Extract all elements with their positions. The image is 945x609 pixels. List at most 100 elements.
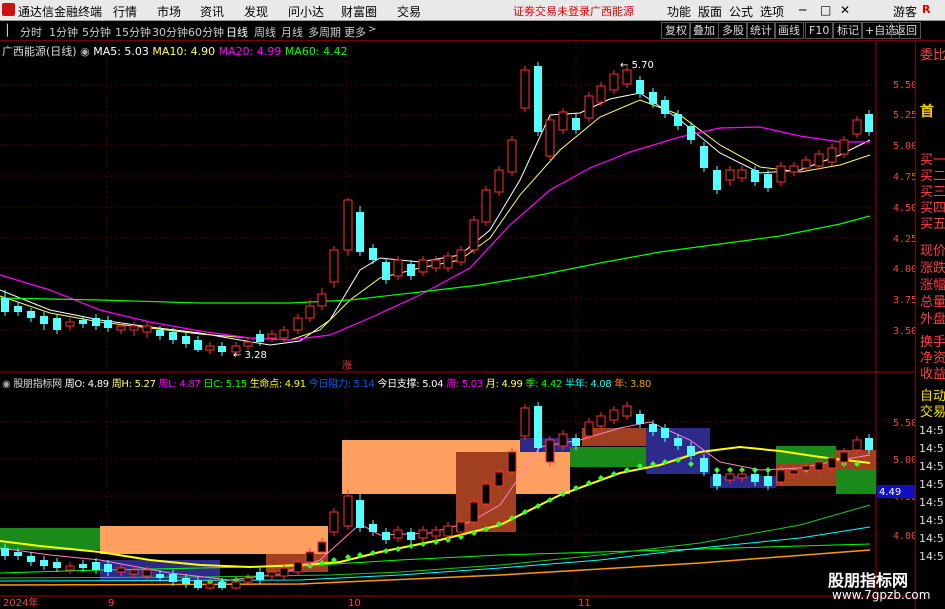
toolbar-back-button[interactable]: 返回 — [891, 22, 921, 39]
settings-icon[interactable]: ◉ — [80, 45, 90, 58]
menu-item-options[interactable]: 选项 — [760, 3, 784, 20]
login-warning[interactable]: 证劵交易未登录 — [513, 3, 590, 19]
sub-candle-body — [572, 438, 580, 446]
main-candle-body — [92, 318, 100, 326]
menu-item-ask[interactable]: 问小达 — [288, 3, 324, 20]
sub-settings-icon[interactable]: ◉ — [2, 379, 11, 390]
toolbar-f10-button[interactable]: F10 — [805, 22, 834, 39]
sub-candle-body — [776, 469, 786, 483]
main-candle-body — [243, 341, 253, 347]
main-candle-body — [393, 259, 403, 277]
sub-field: 半年: 4.08 — [565, 379, 612, 390]
menu-item-news[interactable]: 资讯 — [200, 3, 224, 20]
sub-candle-body — [751, 474, 759, 482]
sub-candle-body — [92, 562, 100, 570]
minimize-icon[interactable]: ─ — [799, 3, 806, 17]
sub-candle-body — [545, 439, 555, 463]
toolbar-draw-button[interactable]: 画线 — [774, 22, 804, 39]
tick-time: 14:5 — [919, 532, 944, 545]
main-candle-body — [520, 69, 530, 109]
main-candle-body — [776, 165, 786, 183]
menu-item-wealth[interactable]: 财富圈 — [341, 3, 377, 20]
diamond-marker — [395, 546, 401, 552]
guest-label[interactable]: 游客 — [893, 3, 917, 20]
auto-trade-label[interactable]: 交易 — [920, 401, 945, 420]
sub-candle-body — [27, 556, 35, 562]
sub-candle-body — [182, 578, 190, 584]
sub-candle-body — [622, 405, 632, 417]
sub-candle-body — [343, 495, 353, 527]
main-candle-body — [14, 306, 22, 312]
sub-candle-body — [713, 474, 721, 486]
period-monthly[interactable]: 月线 — [281, 24, 303, 40]
sub-candle-body — [279, 567, 289, 577]
sub-candle-body — [194, 580, 202, 588]
sub-field: 年: 3.80 — [614, 379, 652, 390]
box-orange-1 — [100, 526, 328, 554]
main-candle-body — [40, 316, 48, 324]
sub-candle-body — [865, 438, 873, 450]
main-candle-body — [205, 345, 215, 351]
sub-candle-body — [814, 461, 824, 471]
sub-candle-body — [725, 473, 735, 481]
y-tick-sub: 5.50 — [893, 418, 917, 429]
sub-candle-body — [456, 521, 466, 533]
main-candle-body — [443, 255, 453, 269]
high-price-label: ← 5.70 — [620, 60, 654, 71]
main-candle-body — [1, 298, 9, 312]
menu-item-market-quotes[interactable]: 行情 — [113, 3, 137, 20]
menu-item-trade[interactable]: 交易 — [397, 3, 421, 20]
kline-chart[interactable]: ← 5.70 ← 3.28 涨 5.50 5.25 5.00 4.75 4.50… — [0, 41, 945, 609]
main-candle-body — [596, 85, 606, 103]
sub-candle-body — [687, 446, 695, 456]
period-weekly[interactable]: 周线 — [254, 24, 276, 40]
period-intraday[interactable]: 分时 — [20, 24, 42, 40]
tick-time: 14:5 — [919, 550, 944, 563]
r-icon[interactable]: R — [922, 3, 930, 16]
menu-item-function[interactable]: 功能 — [667, 3, 691, 20]
ma60-label: MA60: 4.42 — [284, 45, 348, 58]
expand-icon[interactable]: ▏ — [7, 24, 15, 37]
maximize-icon[interactable]: □ — [820, 3, 831, 17]
main-candle-body — [156, 330, 164, 336]
period-multi[interactable]: 多周期 — [308, 24, 341, 40]
sub-chart-header: ◉ 股朋指标网 周O: 4.89 周H: 5.27 周L: 4.87 日C: 5… — [2, 375, 651, 390]
toolbar-multistock-button[interactable]: 多股 — [718, 22, 748, 39]
more-chevron-icon[interactable]: > — [368, 24, 376, 35]
app-title: 通达信金融终端 — [18, 5, 103, 19]
sub-candle-body — [764, 476, 772, 486]
period-15min[interactable]: 15分钟 — [115, 24, 151, 40]
y-tick-main: 4.50 — [893, 203, 917, 214]
period-60min[interactable]: 60分钟 — [188, 24, 224, 40]
main-candle-body — [407, 264, 415, 276]
menu-item-formula[interactable]: 公式 — [729, 3, 753, 20]
sub-candle-body — [65, 565, 75, 571]
sub-candle-body — [1, 548, 9, 556]
ma5-label: MA5: 5.03 — [93, 45, 149, 58]
sub-candle-body — [852, 439, 862, 451]
period-more[interactable]: 更多 — [344, 24, 366, 40]
period-5min[interactable]: 5分钟 — [82, 24, 111, 40]
sub-candle-body — [737, 473, 747, 479]
menu-item-discover[interactable]: 发现 — [244, 3, 268, 20]
period-1min[interactable]: 1分钟 — [49, 24, 78, 40]
main-candle-body — [256, 334, 264, 342]
toolbar-mark-button[interactable]: 标记 — [833, 22, 863, 39]
menu-item-layout[interactable]: 版面 — [698, 3, 722, 20]
sub-candle-body — [218, 582, 226, 588]
close-icon[interactable]: ✕ — [840, 3, 850, 17]
toolbar-overlay-button[interactable]: 叠加 — [689, 22, 719, 39]
toolbar-stats-button[interactable]: 统计 — [746, 22, 776, 39]
toolbar-adjust-button[interactable]: 复权 — [661, 22, 691, 39]
sub-field: 周H: 5.27 — [111, 379, 156, 390]
sub-field: 月: 4.99 — [485, 379, 523, 390]
period-daily[interactable]: 日线 — [226, 24, 248, 40]
main-candle-body — [789, 165, 799, 173]
main-candle-body — [687, 126, 695, 140]
period-30min[interactable]: 30分钟 — [152, 24, 188, 40]
sub-candle-body — [116, 567, 126, 573]
menu-item-market[interactable]: 市场 — [157, 3, 181, 20]
main-candle-body — [418, 259, 428, 273]
panel-label: 外盘 — [920, 312, 945, 327]
low-price-label: ← 3.28 — [233, 350, 267, 361]
